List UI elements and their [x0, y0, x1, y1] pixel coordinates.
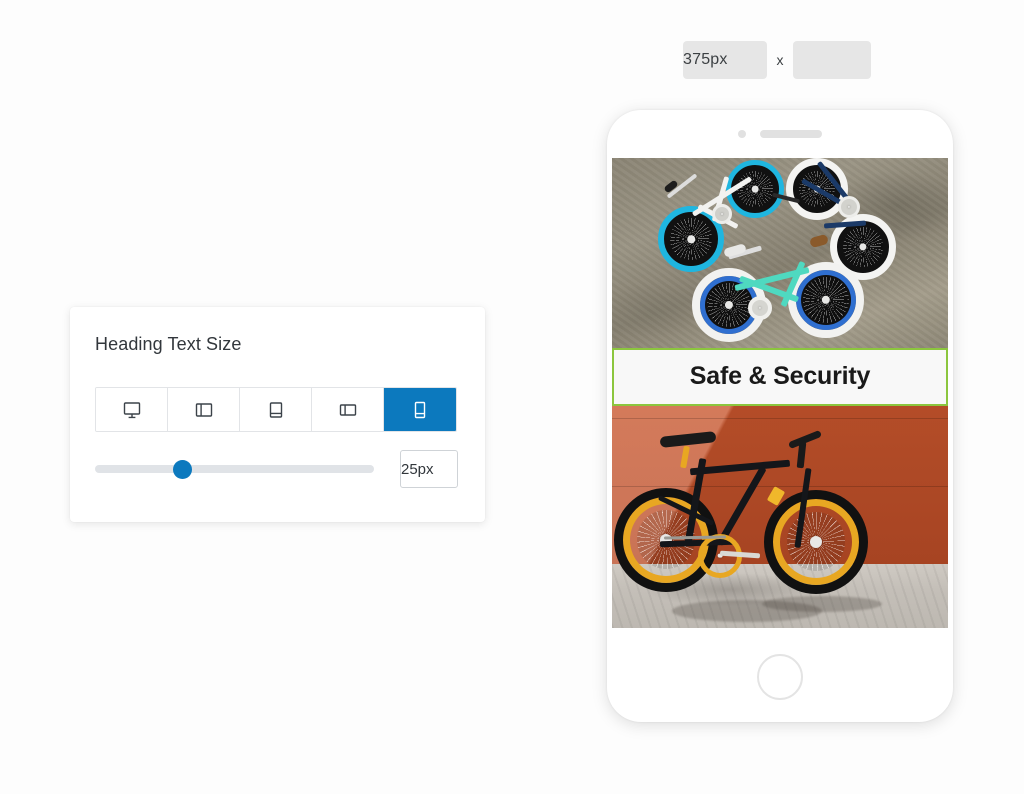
preview-heading-text: Safe & Security [689, 362, 871, 390]
phone-screen: Safe & Security [612, 158, 948, 707]
phone-speaker-icon [760, 130, 822, 138]
device-breakpoint-selector [95, 387, 457, 432]
heading-text-size-panel: Heading Text Size [70, 307, 485, 522]
viewport-width-input[interactable] [683, 41, 767, 79]
slider-thumb[interactable] [173, 459, 192, 479]
slider-track[interactable] [95, 465, 374, 473]
font-size-slider[interactable] [95, 454, 374, 484]
desktop-icon [121, 399, 143, 421]
tablet-portrait-icon [265, 399, 287, 421]
panel-title: Heading Text Size [95, 334, 242, 354]
device-button-mobile[interactable] [384, 388, 456, 431]
font-size-slider-row [95, 450, 460, 488]
phone-camera-icon [738, 130, 746, 138]
viewport-height-input[interactable] [793, 41, 871, 79]
viewport-size-bar: x [683, 41, 871, 79]
black-bike-orange-wall-photo [612, 405, 948, 628]
device-button-tablet-landscape[interactable] [312, 388, 384, 431]
viewport-dimension-separator: x [776, 52, 784, 68]
laptop-icon [193, 399, 215, 421]
phone-top-bar [607, 110, 953, 158]
mobile-icon [409, 399, 431, 421]
home-button[interactable] [757, 654, 803, 700]
tablet-landscape-icon [337, 399, 359, 421]
bicycles-overhead-photo [612, 158, 948, 348]
device-button-tablet-portrait[interactable] [240, 388, 312, 431]
device-button-laptop[interactable] [168, 388, 240, 431]
font-size-value-input[interactable] [400, 450, 458, 488]
preview-heading-block: Safe & Security [612, 348, 948, 406]
device-button-desktop[interactable] [96, 388, 168, 431]
mobile-device-preview: Safe & Security [607, 110, 953, 722]
